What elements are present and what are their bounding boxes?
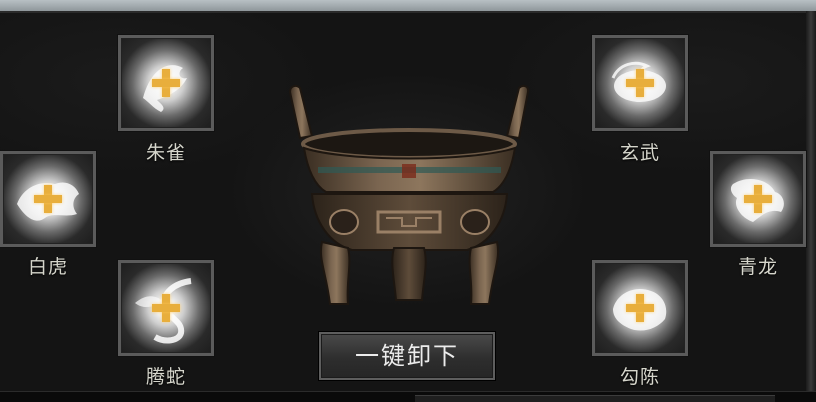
top-border bbox=[0, 0, 816, 13]
slot-qinglong[interactable] bbox=[710, 151, 806, 247]
add-plus-icon bbox=[626, 294, 654, 322]
slot-xuanwu[interactable] bbox=[592, 35, 688, 131]
slot-label-qinglong: 青龙 bbox=[737, 256, 778, 278]
slot-label-gouchen: 勾陈 bbox=[619, 366, 660, 388]
slot-baihu[interactable] bbox=[0, 151, 96, 247]
slot-label-xuanwu: 玄武 bbox=[619, 142, 660, 164]
unequip-all-button[interactable]: 一键卸下 bbox=[319, 332, 495, 380]
slot-zhuque[interactable] bbox=[118, 35, 214, 131]
add-plus-icon bbox=[34, 185, 62, 213]
slot-label-zhuque: 朱雀 bbox=[145, 142, 186, 164]
right-border bbox=[806, 11, 816, 402]
add-plus-icon bbox=[626, 69, 654, 97]
divine-beast-panel: 朱雀 玄武 白虎 青龙 腾蛇 勾陈 一键卸下 bbox=[0, 0, 816, 402]
add-plus-icon bbox=[744, 185, 772, 213]
slot-label-baihu: 白虎 bbox=[27, 256, 68, 278]
slot-gouchen[interactable] bbox=[592, 260, 688, 356]
slot-tengshe[interactable] bbox=[118, 260, 214, 356]
add-plus-icon bbox=[152, 294, 180, 322]
bottom-scrollbar bbox=[415, 395, 775, 402]
add-plus-icon bbox=[152, 69, 180, 97]
slot-label-tengshe: 腾蛇 bbox=[145, 366, 186, 388]
bronze-ding-cauldron-icon bbox=[288, 84, 530, 305]
